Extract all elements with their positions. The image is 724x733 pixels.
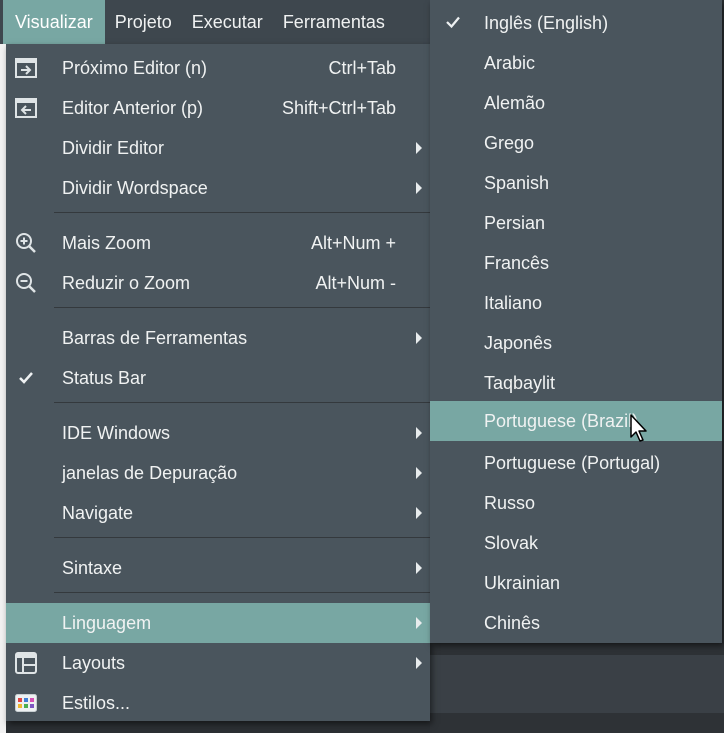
submenu-arrow-icon bbox=[416, 657, 422, 669]
submenu-arrow-icon bbox=[416, 427, 422, 439]
menu-item-label: Sintaxe bbox=[62, 557, 123, 578]
language-item-label: Russo bbox=[484, 492, 536, 513]
language-item-label: Inglês (English) bbox=[484, 12, 609, 33]
language-item-spanish[interactable]: Spanish bbox=[430, 163, 722, 203]
language-submenu: Inglês (English) Arabic Alemão Grego Spa… bbox=[430, 0, 722, 643]
language-item-japanese[interactable]: Japonês bbox=[430, 323, 722, 363]
previous-editor-icon bbox=[15, 98, 37, 118]
language-item-portuguese-portugal[interactable]: Portuguese (Portugal) bbox=[430, 443, 722, 483]
menu-item-previous-editor[interactable]: Editor Anterior (p) Shift+Ctrl+Tab bbox=[6, 88, 430, 128]
language-item-label: Persian bbox=[484, 212, 546, 233]
menu-item-label: Estilos... bbox=[62, 692, 131, 713]
language-item-german[interactable]: Alemão bbox=[430, 83, 722, 123]
language-item-arabic[interactable]: Arabic bbox=[430, 43, 722, 83]
menu-item-label: Layouts bbox=[62, 652, 126, 673]
next-editor-icon bbox=[15, 58, 37, 78]
checkmark-icon bbox=[19, 372, 33, 384]
menu-item-label: Reduzir o Zoom bbox=[62, 272, 191, 293]
menu-separator bbox=[54, 537, 430, 538]
language-item-label: Francês bbox=[484, 252, 550, 273]
zoom-out-icon bbox=[16, 273, 36, 293]
view-menu: Próximo Editor (n) Ctrl+Tab Editor Anter… bbox=[6, 44, 430, 721]
menu-separator bbox=[54, 402, 430, 403]
menu-item-zoom-in[interactable]: Mais Zoom Alt+Num + bbox=[6, 223, 430, 263]
language-item-greek[interactable]: Grego bbox=[430, 123, 722, 163]
menubar-item-visualizar[interactable]: Visualizar bbox=[3, 0, 105, 44]
language-item-label: Chinês bbox=[484, 612, 541, 633]
menu-item-label: Navigate bbox=[62, 502, 134, 523]
submenu-arrow-icon bbox=[416, 507, 422, 519]
menu-item-debug-windows[interactable]: janelas de Depuração bbox=[6, 453, 430, 493]
language-item-label: Portuguese (Brazil) bbox=[484, 410, 639, 431]
language-item-label: Spanish bbox=[484, 172, 550, 193]
menu-item-split-workspace[interactable]: Dividir Wordspace bbox=[6, 168, 430, 208]
menu-item-zoom-out[interactable]: Reduzir o Zoom Alt+Num - bbox=[6, 263, 430, 303]
submenu-arrow-icon bbox=[416, 182, 422, 194]
language-item-italian[interactable]: Italiano bbox=[430, 283, 722, 323]
menu-item-label: Linguagem bbox=[62, 612, 152, 633]
menu-item-shortcut: Ctrl+Tab bbox=[328, 57, 396, 78]
menu-item-navigate[interactable]: Navigate bbox=[6, 493, 430, 533]
menu-item-label: janelas de Depuração bbox=[62, 462, 238, 483]
menubar-item-executar[interactable]: Executar bbox=[182, 0, 273, 44]
menu-item-label: Barras de Ferramentas bbox=[62, 327, 248, 348]
submenu-arrow-icon bbox=[416, 332, 422, 344]
menu-separator bbox=[54, 307, 430, 308]
menu-item-next-editor[interactable]: Próximo Editor (n) Ctrl+Tab bbox=[6, 48, 430, 88]
menu-item-label: Status Bar bbox=[62, 367, 147, 388]
menu-item-language[interactable]: Linguagem bbox=[6, 603, 430, 643]
menu-item-label: Dividir Wordspace bbox=[62, 177, 208, 198]
menu-item-shortcut: Alt+Num - bbox=[315, 272, 396, 293]
language-item-taqbaylit[interactable]: Taqbaylit bbox=[430, 363, 722, 403]
language-item-label: Arabic bbox=[484, 52, 536, 73]
language-item-ukrainian[interactable]: Ukrainian bbox=[430, 563, 722, 603]
language-item-slovak[interactable]: Slovak bbox=[430, 523, 722, 563]
menu-item-toolbars[interactable]: Barras de Ferramentas bbox=[6, 318, 430, 358]
menu-item-syntax[interactable]: Sintaxe bbox=[6, 548, 430, 588]
language-item-label: Ukrainian bbox=[484, 572, 561, 593]
menubar-item-ferramentas[interactable]: Ferramentas bbox=[273, 0, 395, 44]
menu-item-shortcut: Shift+Ctrl+Tab bbox=[281, 97, 396, 118]
menu-separator bbox=[54, 212, 430, 213]
menu-item-shortcut: Alt+Num + bbox=[310, 232, 396, 253]
language-item-label: Italiano bbox=[484, 292, 543, 313]
menu-item-label: Próximo Editor (n) bbox=[62, 57, 208, 78]
submenu-arrow-icon bbox=[416, 142, 422, 154]
language-item-portuguese-brazil[interactable]: Portuguese (Brazil) bbox=[430, 401, 722, 441]
styles-icon bbox=[15, 694, 37, 712]
language-item-chinese[interactable]: Chinês bbox=[430, 603, 722, 643]
submenu-arrow-icon bbox=[416, 617, 422, 629]
menu-item-status-bar[interactable]: Status Bar bbox=[6, 358, 430, 398]
layouts-icon bbox=[15, 652, 37, 674]
language-item-label: Alemão bbox=[484, 92, 546, 113]
mouse-cursor-icon bbox=[630, 414, 647, 442]
background-toolbar-band bbox=[430, 655, 724, 713]
submenu-arrow-icon bbox=[416, 562, 422, 574]
menu-item-layouts[interactable]: Layouts bbox=[6, 643, 430, 683]
checkmark-icon bbox=[446, 16, 460, 29]
menu-item-ide-windows[interactable]: IDE Windows bbox=[6, 413, 430, 453]
menu-item-split-editor[interactable]: Dividir Editor bbox=[6, 128, 430, 168]
language-item-label: Slovak bbox=[484, 532, 539, 553]
language-item-french[interactable]: Francês bbox=[430, 243, 722, 283]
menu-item-label: Dividir Editor bbox=[62, 137, 165, 158]
language-item-label: Grego bbox=[484, 132, 535, 153]
language-item-english[interactable]: Inglês (English) bbox=[430, 3, 722, 43]
menu-item-label: IDE Windows bbox=[62, 422, 171, 443]
menu-separator bbox=[54, 592, 430, 593]
menu-item-label: Editor Anterior (p) bbox=[62, 97, 204, 118]
language-item-label: Taqbaylit bbox=[484, 372, 556, 393]
menu-item-label: Mais Zoom bbox=[62, 232, 152, 253]
language-item-persian[interactable]: Persian bbox=[430, 203, 722, 243]
language-item-label: Portuguese (Portugal) bbox=[484, 452, 661, 473]
language-item-label: Japonês bbox=[484, 332, 553, 353]
language-item-russian[interactable]: Russo bbox=[430, 483, 722, 523]
menubar-item-projeto[interactable]: Projeto bbox=[105, 0, 182, 44]
submenu-arrow-icon bbox=[416, 467, 422, 479]
zoom-in-icon bbox=[16, 233, 36, 253]
menu-item-styles[interactable]: Estilos... bbox=[6, 683, 430, 723]
menubar: Visualizar Projeto Executar Ferramentas bbox=[0, 0, 430, 44]
